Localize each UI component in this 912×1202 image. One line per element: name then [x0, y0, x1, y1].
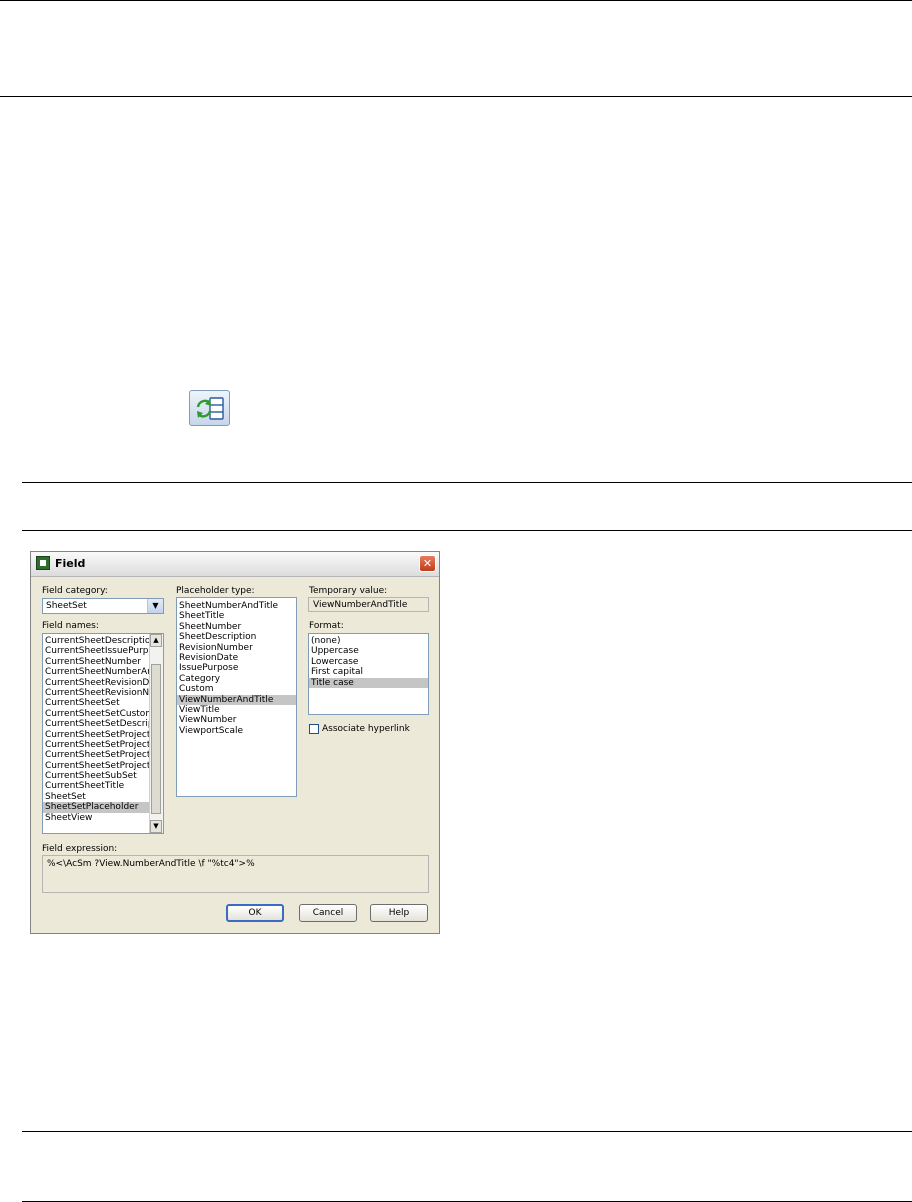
list-item[interactable]: SheetNumber [177, 622, 296, 632]
scroll-down-icon[interactable]: ▼ [150, 820, 162, 833]
list-item[interactable]: CurrentSheetDescription [43, 636, 150, 646]
section-rule-2 [22, 530, 912, 531]
ok-button[interactable]: OK [226, 904, 284, 922]
field-names-list[interactable]: ▲ ▼ CurrentSheetDescription CurrentSheetI… [42, 633, 164, 834]
list-item[interactable]: Category [177, 674, 296, 684]
list-item[interactable]: CurrentSheetRevisionNumber [43, 688, 150, 698]
list-item[interactable]: Title case [309, 677, 428, 688]
list-item[interactable]: CurrentSheetSet [43, 698, 150, 708]
list-item[interactable]: SheetTitle [177, 611, 296, 621]
list-item[interactable]: CurrentSheetNumber [43, 657, 150, 667]
update-fields-icon[interactable] [189, 390, 230, 426]
scroll-thumb[interactable] [151, 664, 161, 814]
list-item[interactable]: CurrentSheetNumberAndTitle [43, 667, 150, 677]
field-category-label: Field category: [42, 586, 108, 596]
temporary-value-text: ViewNumberAndTitle [313, 600, 408, 610]
list-item[interactable]: CurrentSheetSetProjectName [43, 740, 150, 750]
list-item[interactable]: CurrentSheetSetCustom [43, 709, 150, 719]
list-item[interactable]: CurrentSheetRevisionDate [43, 678, 150, 688]
list-item[interactable]: RevisionDate [177, 653, 296, 663]
list-item[interactable]: CurrentSheetSetDescription [43, 719, 150, 729]
list-item[interactable]: SheetDescription [177, 632, 296, 642]
dialog-titlebar: Field ✕ [31, 552, 439, 577]
list-item[interactable]: CurrentSheetSetProjectMilestone [43, 730, 150, 740]
list-item[interactable]: RevisionNumber [177, 643, 296, 653]
list-item[interactable]: First capital [309, 667, 428, 677]
list-item[interactable]: SheetSet [43, 792, 150, 802]
field-expression-label: Field expression: [42, 844, 118, 854]
list-item[interactable]: CurrentSheetSetProjectPhase [43, 761, 150, 771]
list-item[interactable]: SheetView [43, 813, 150, 823]
field-expression-box: %<\AcSm ?View.NumberAndTitle \f "%tc4">% [42, 855, 429, 893]
section-rule-1 [22, 482, 912, 483]
format-list[interactable]: (none) Uppercase Lowercase First capital Tit… [308, 633, 429, 715]
list-item[interactable]: ViewNumber [177, 715, 296, 725]
list-item[interactable]: Lowercase [309, 657, 428, 667]
help-button[interactable]: Help [370, 904, 428, 922]
field-expression-text: %<\AcSm ?View.NumberAndTitle \f "%tc4">% [47, 859, 255, 869]
header-rule [0, 96, 912, 97]
list-item[interactable]: CurrentSheetSetProjectNumber [43, 750, 150, 760]
field-category-select[interactable]: SheetSet ▼ [42, 598, 164, 614]
field-names-scrollbar[interactable]: ▲ ▼ [149, 634, 163, 833]
list-item[interactable]: Uppercase [309, 646, 428, 656]
list-item[interactable]: Custom [177, 684, 296, 694]
temporary-value-field: ViewNumberAndTitle [308, 597, 429, 612]
dialog-title: Field [55, 557, 86, 570]
associate-hyperlink-label: Associate hyperlink [322, 724, 410, 734]
field-names-label: Field names: [42, 621, 99, 631]
list-item[interactable]: CurrentSheetTitle [43, 781, 150, 791]
placeholder-type-list[interactable]: SheetNumberAndTitle SheetTitle SheetNumber… [176, 597, 297, 797]
list-item[interactable]: (none) [309, 636, 428, 646]
format-label: Format: [309, 621, 344, 631]
update-fields-glyph [196, 397, 224, 420]
cancel-button[interactable]: Cancel [299, 904, 357, 922]
list-item[interactable]: SheetNumberAndTitle [177, 601, 296, 611]
list-item[interactable]: ViewNumberAndTitle [177, 694, 296, 705]
top-rule [0, 0, 912, 1]
placeholder-type-label: Placeholder type: [176, 586, 255, 596]
chevron-down-icon[interactable]: ▼ [147, 599, 163, 613]
temporary-value-label: Temporary value: [309, 586, 388, 596]
list-item[interactable]: IssuePurpose [177, 663, 296, 673]
close-button[interactable]: ✕ [419, 555, 436, 572]
list-item[interactable]: SheetSetPlaceholder [43, 802, 150, 813]
section-rule-3 [22, 1131, 912, 1132]
list-item[interactable]: CurrentSheetIssuePurpose [43, 646, 150, 656]
field-dialog: Field ✕ Field category: SheetSet ▼ Field… [30, 551, 440, 934]
field-category-value: SheetSet [46, 601, 87, 611]
scroll-up-icon[interactable]: ▲ [150, 634, 162, 647]
list-item[interactable]: CurrentSheetSubSet [43, 771, 150, 781]
list-item[interactable]: ViewTitle [177, 705, 296, 715]
associate-hyperlink-checkbox[interactable] [309, 724, 319, 734]
list-item[interactable]: ViewportScale [177, 726, 296, 736]
autocad-icon [36, 556, 50, 570]
